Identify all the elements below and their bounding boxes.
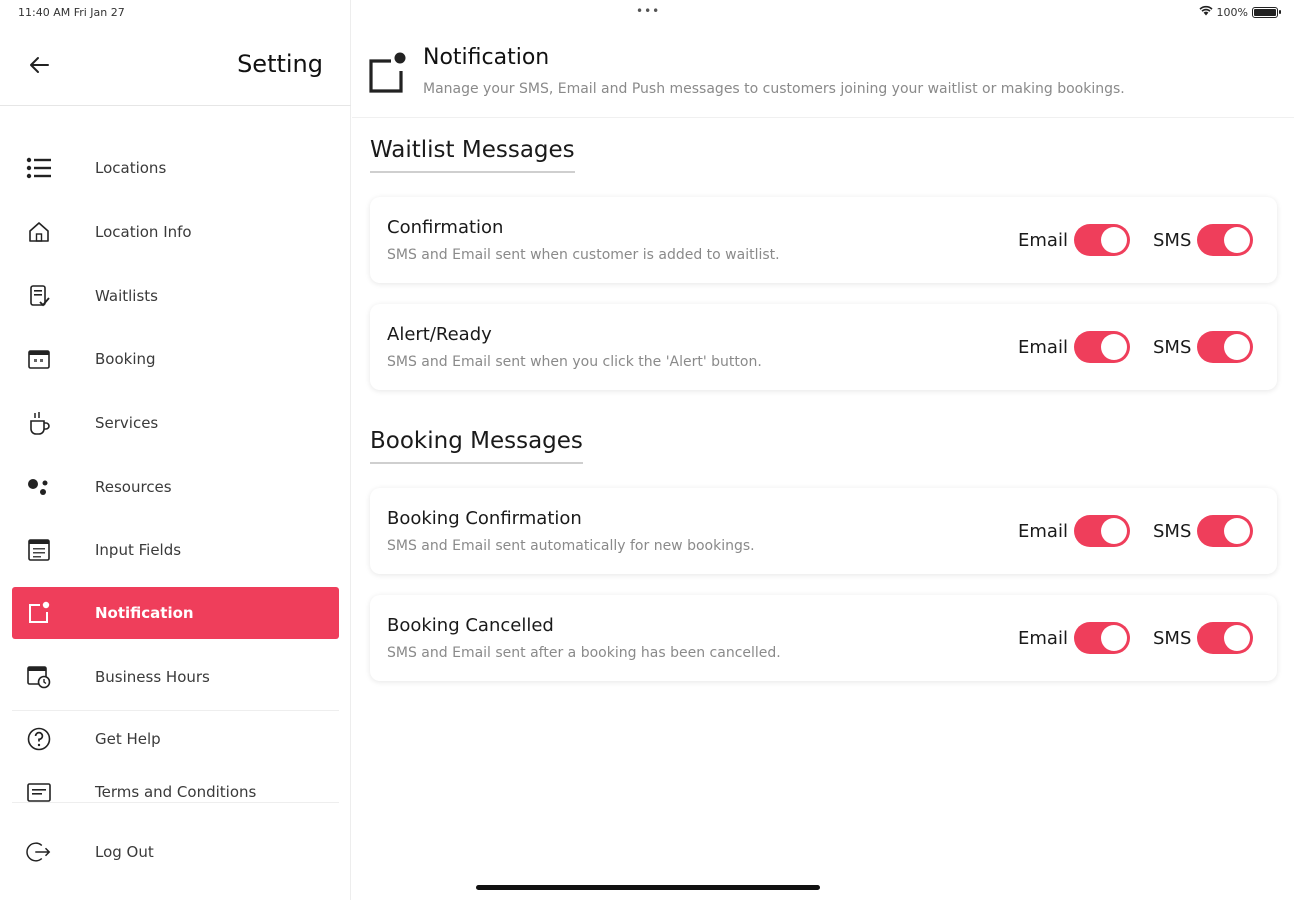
- calendar-clock-icon: [26, 664, 52, 690]
- sidebar-item-label: Business Hours: [95, 668, 210, 686]
- toggle-knob: [1224, 625, 1251, 651]
- sidebar-item-label: Waitlists: [95, 287, 158, 305]
- form-icon: [26, 537, 52, 563]
- sms-toggle-label: SMS: [1153, 520, 1192, 542]
- sidebar-item-get-help[interactable]: Get Help: [12, 713, 339, 765]
- sms-toggle-group: SMS: [1153, 224, 1254, 256]
- page-header: Notification Manage your SMS, Email and …: [352, 38, 1294, 118]
- notification-card-booking-confirmation: Booking Confirmation SMS and Email sent …: [370, 488, 1277, 574]
- card-description: SMS and Email sent when you click the 'A…: [387, 354, 762, 370]
- sidebar-item-locations[interactable]: Locations: [12, 142, 339, 194]
- sms-toggle[interactable]: [1197, 622, 1254, 654]
- calendar-icon: [26, 346, 52, 372]
- sidebar-item-label: Input Fields: [95, 541, 182, 559]
- sidebar-divider: [12, 802, 339, 803]
- card-description: SMS and Email sent when customer is adde…: [387, 247, 780, 263]
- notification-icon: [366, 50, 410, 94]
- sidebar-item-label: Services: [95, 414, 159, 432]
- sidebar-item-label: Locations: [95, 159, 167, 177]
- toggle-knob: [1100, 518, 1127, 544]
- email-toggle-group: Email: [1018, 622, 1130, 654]
- notification-card-alert-ready: Alert/Ready SMS and Email sent when you …: [370, 304, 1277, 390]
- sms-toggle-label: SMS: [1153, 336, 1192, 358]
- email-toggle-group: Email: [1018, 515, 1130, 547]
- card-description: SMS and Email sent after a booking has b…: [387, 645, 781, 661]
- email-toggle-label: Email: [1018, 336, 1068, 358]
- page-title: Notification: [423, 45, 550, 70]
- email-toggle-label: Email: [1018, 520, 1068, 542]
- email-toggle[interactable]: [1073, 224, 1130, 256]
- sidebar-header: Setting: [0, 28, 351, 106]
- main-content: Notification Manage your SMS, Email and …: [352, 0, 1294, 900]
- sidebar-item-label: Notification: [95, 604, 194, 622]
- sidebar-item-resources[interactable]: Resources: [12, 461, 339, 513]
- sidebar-item-label: Location Info: [95, 223, 192, 241]
- sms-toggle[interactable]: [1197, 224, 1254, 256]
- sidebar-item-location-info[interactable]: Location Info: [12, 206, 339, 258]
- home-icon: [26, 219, 52, 245]
- toggle-knob: [1224, 334, 1251, 360]
- page-subtitle: Manage your SMS, Email and Push messages…: [423, 81, 1125, 97]
- email-toggle-group: Email: [1018, 224, 1130, 256]
- section-title-booking: Booking Messages: [370, 428, 583, 464]
- sidebar-item-business-hours[interactable]: Business Hours: [12, 651, 339, 703]
- email-toggle-label: Email: [1018, 627, 1068, 649]
- sidebar-item-notification[interactable]: Notification: [12, 587, 339, 639]
- list-icon: [26, 155, 52, 181]
- notification-card-confirmation: Confirmation SMS and Email sent when cus…: [370, 197, 1277, 283]
- sms-toggle-group: SMS: [1153, 515, 1254, 547]
- email-toggle-label: Email: [1018, 229, 1068, 251]
- sidebar-item-label: Get Help: [95, 730, 161, 748]
- card-title: Booking Confirmation: [387, 508, 582, 529]
- card-title: Booking Cancelled: [387, 615, 554, 636]
- sms-toggle[interactable]: [1197, 331, 1254, 363]
- sidebar-item-waitlists[interactable]: Waitlists: [12, 270, 339, 322]
- sidebar-item-label: Resources: [95, 478, 172, 496]
- clipboard-check-icon: [26, 283, 52, 309]
- sidebar-item-label: Log Out: [95, 843, 154, 861]
- back-button[interactable]: [24, 52, 54, 82]
- sidebar-item-booking[interactable]: Booking: [12, 333, 339, 385]
- card-title: Confirmation: [387, 217, 504, 238]
- sidebar-item-services[interactable]: Services: [12, 397, 339, 449]
- notification-icon: [26, 600, 52, 626]
- coffee-cup-icon: [26, 410, 52, 436]
- home-indicator[interactable]: [476, 885, 820, 890]
- sidebar-item-label: Booking: [95, 350, 156, 368]
- notification-card-booking-cancelled: Booking Cancelled SMS and Email sent aft…: [370, 595, 1277, 681]
- toggle-knob: [1224, 518, 1251, 544]
- toggle-knob: [1100, 334, 1127, 360]
- sidebar: Setting Locations Location Info Waitlist…: [0, 0, 351, 900]
- email-toggle[interactable]: [1073, 515, 1130, 547]
- sidebar-item-terms-and-conditions[interactable]: Terms and Conditions: [12, 766, 339, 818]
- sms-toggle-group: SMS: [1153, 331, 1254, 363]
- sidebar-item-input-fields[interactable]: Input Fields: [12, 524, 339, 576]
- card-title: Alert/Ready: [387, 324, 492, 345]
- section-title-waitlist: Waitlist Messages: [370, 137, 575, 173]
- sms-toggle-group: SMS: [1153, 622, 1254, 654]
- email-toggle[interactable]: [1073, 622, 1130, 654]
- sidebar-divider: [12, 710, 339, 711]
- card-description: SMS and Email sent automatically for new…: [387, 538, 755, 554]
- sidebar-item-label: Terms and Conditions: [95, 783, 257, 801]
- resources-icon: [26, 474, 52, 500]
- help-circle-icon: [26, 726, 52, 752]
- toggle-knob: [1100, 625, 1127, 651]
- toggle-knob: [1224, 227, 1251, 253]
- email-toggle-group: Email: [1018, 331, 1130, 363]
- sidebar-title: Setting: [237, 50, 323, 78]
- sidebar-item-log-out[interactable]: Log Out: [12, 826, 339, 878]
- sms-toggle-label: SMS: [1153, 627, 1192, 649]
- arrow-left-icon: [28, 56, 50, 78]
- email-toggle[interactable]: [1073, 331, 1130, 363]
- logout-icon: [26, 839, 52, 865]
- sms-toggle[interactable]: [1197, 515, 1254, 547]
- sms-toggle-label: SMS: [1153, 229, 1192, 251]
- toggle-knob: [1100, 227, 1127, 253]
